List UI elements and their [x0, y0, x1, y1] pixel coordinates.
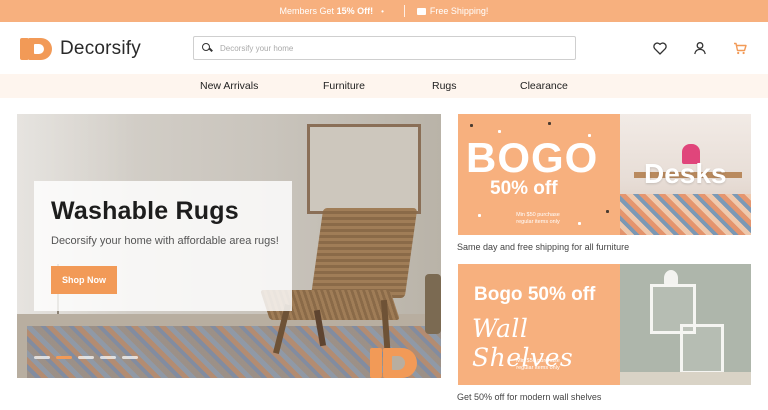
promo-divider [403, 5, 405, 17]
promo-desks-fine-print: Min $50 purchase regular items only [516, 212, 560, 225]
carousel-dot[interactable] [122, 356, 138, 359]
cart-button[interactable] [732, 40, 748, 56]
promo-desks-label: Desks [644, 158, 727, 189]
user-icon [694, 42, 706, 55]
free-shipping-text: Free Shipping! [429, 6, 489, 16]
promo-shelves-caption: Get 50% off for modern wall shelves [457, 392, 602, 402]
nav-rugs[interactable]: Rugs [432, 80, 457, 92]
heart-icon [653, 41, 667, 55]
members-prefix: Members Get [279, 6, 337, 16]
nav-new-arrivals[interactable]: New Arrivals [200, 80, 258, 92]
brand-logo[interactable]: Decorsify [20, 36, 141, 62]
search-input[interactable] [220, 43, 560, 53]
promo-desks-caption: Same day and free shipping for all furni… [457, 242, 630, 252]
members-offer[interactable]: Members Get 15% Off! [280, 6, 374, 16]
promo-shelves-headline: Bogo 50% off [474, 284, 596, 305]
promo-shelves-banner[interactable]: Bogo 50% off Wall Shelves Min $50 purcha… [458, 264, 751, 385]
hero-card: Washable Rugs Decorsify your home with a… [34, 181, 292, 311]
hero-subtitle: Decorsify your home with affordable area… [51, 235, 279, 247]
promo-desks-banner[interactable]: BOGO 50% off Min $50 purchase regular it… [458, 114, 751, 235]
brand-name: Decorsify [60, 38, 141, 59]
wall-frame [307, 124, 421, 214]
truck-icon [416, 7, 426, 15]
members-discount: 15% Off! [336, 6, 374, 16]
cart-icon [734, 42, 747, 54]
search-bar[interactable] [193, 36, 576, 60]
wishlist-button[interactable] [652, 40, 668, 56]
hero-logo-icon [370, 346, 428, 378]
carousel-dot[interactable] [100, 356, 116, 359]
promo-shelves-fine-print: Min $50 purchase regular items only [516, 358, 560, 371]
chair-image [310, 208, 418, 298]
shop-now-button[interactable]: Shop Now [51, 266, 117, 294]
carousel-dot[interactable] [78, 356, 94, 359]
promo-desks-headline: BOGO [466, 134, 599, 181]
promo-desks-offer: 50% off [490, 178, 558, 199]
nav-furniture[interactable]: Furniture [323, 80, 365, 92]
search-icon[interactable] [202, 43, 212, 53]
wall-shelves-image [620, 264, 751, 385]
desk-image: Desks [620, 114, 751, 235]
free-shipping-offer[interactable]: Free Shipping! [416, 6, 489, 16]
account-button[interactable] [692, 40, 708, 56]
promo-bar: Members Get 15% Off! • Free Shipping! [0, 0, 768, 22]
carousel-dot-active[interactable] [56, 356, 72, 359]
logo-mark-icon [20, 36, 54, 62]
carousel-dots [34, 356, 138, 359]
separator-dot: • [381, 6, 384, 16]
carousel-dot[interactable] [34, 356, 50, 359]
main-nav: New Arrivals Furniture Rugs Clearance [0, 74, 768, 98]
site-header: Decorsify [0, 22, 768, 74]
hero-title: Washable Rugs [51, 197, 239, 225]
nav-clearance[interactable]: Clearance [520, 80, 568, 92]
